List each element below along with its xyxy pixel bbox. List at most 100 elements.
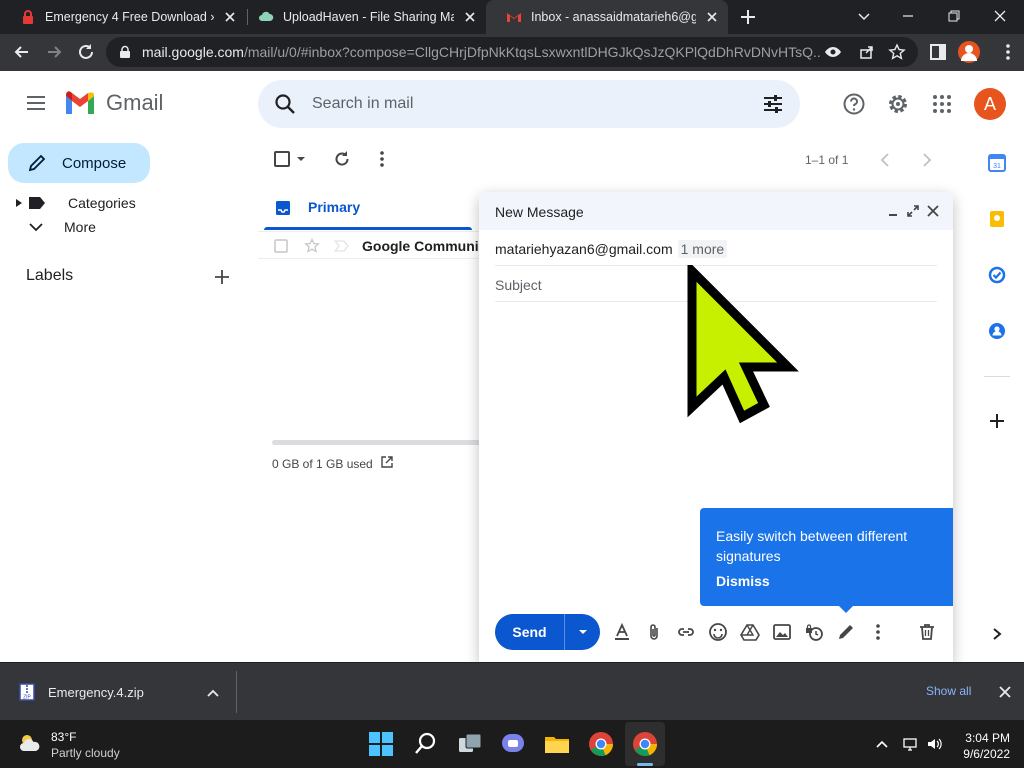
close-tab-icon[interactable] (222, 9, 238, 25)
expand-side-panel-icon[interactable] (990, 627, 1004, 641)
label-icon (29, 197, 45, 209)
address-bar[interactable]: mail.google.com/mail/u/0/#inbox?compose=… (106, 37, 918, 67)
task-view-icon[interactable] (456, 730, 484, 758)
close-compose-icon[interactable] (926, 204, 940, 218)
share-icon[interactable] (858, 43, 876, 61)
search-options-icon[interactable] (762, 93, 784, 115)
windows-start-icon[interactable] (367, 730, 395, 758)
lock-icon[interactable] (118, 45, 132, 59)
browser-tab-inbox[interactable]: Inbox - anassaidmatarieh6@gmai (486, 0, 728, 34)
zip-file-icon: ZIP (19, 683, 35, 701)
network-icon[interactable] (902, 736, 918, 752)
send-button[interactable]: Send (495, 614, 565, 650)
more-compose-options-icon[interactable] (868, 622, 888, 642)
show-hidden-icons-chevron-icon[interactable] (874, 736, 890, 752)
insert-photo-icon[interactable] (772, 622, 792, 642)
show-all-downloads-link[interactable]: Show all (926, 684, 971, 698)
keep-icon[interactable] (988, 210, 1006, 228)
reload-icon[interactable] (76, 42, 96, 62)
file-explorer-icon[interactable] (543, 730, 571, 758)
search-icon[interactable] (274, 93, 296, 115)
tab-search-chevron-icon[interactable] (854, 6, 874, 26)
volume-icon[interactable] (926, 736, 942, 752)
send-options-button[interactable] (565, 614, 600, 650)
row-checkbox[interactable] (274, 239, 288, 253)
fullscreen-compose-icon[interactable] (906, 204, 920, 218)
confidential-mode-icon[interactable] (804, 622, 824, 642)
chevron-left-icon[interactable] (876, 150, 896, 170)
chevron-right-icon[interactable] (916, 150, 936, 170)
calendar-icon[interactable]: 31 (988, 154, 1006, 172)
account-avatar[interactable]: A (974, 88, 1006, 120)
teams-chat-icon[interactable] (499, 730, 527, 758)
chrome-active-icon[interactable] (631, 730, 659, 758)
inbox-icon (276, 201, 290, 215)
main-menu-icon[interactable] (26, 94, 46, 112)
forward-icon[interactable] (44, 42, 64, 62)
discard-draft-icon[interactable] (917, 622, 937, 642)
system-clock[interactable]: 3:04 PM 9/6/2022 (960, 730, 1010, 762)
apps-grid-icon[interactable] (930, 92, 954, 116)
active-app-indicator (637, 763, 653, 766)
contacts-icon[interactable] (988, 322, 1006, 340)
caret-right-icon[interactable] (14, 198, 24, 208)
add-label-icon[interactable] (212, 267, 232, 287)
browser-profile-avatar[interactable] (958, 41, 980, 63)
browser-tab-emergency[interactable]: Emergency 4 Free Download » St (0, 0, 246, 34)
storage-usage-bar (272, 440, 482, 445)
importance-marker-icon[interactable] (334, 239, 350, 253)
select-dropdown-icon[interactable] (294, 149, 308, 169)
tip-arrow (838, 605, 854, 613)
help-icon[interactable] (842, 92, 866, 116)
recipients-field[interactable]: matariehyazan6@gmail.com 1 more (495, 232, 937, 266)
close-tab-icon[interactable] (704, 9, 720, 25)
search-input[interactable] (312, 80, 732, 128)
google-drive-icon[interactable] (740, 622, 760, 642)
tasks-icon[interactable] (988, 266, 1006, 284)
table-row[interactable]: Google Communi (258, 231, 480, 259)
weather-temperature[interactable]: 83°F (51, 730, 76, 744)
nav-item-more[interactable]: More (0, 215, 96, 239)
nav-item-categories[interactable]: Categories (0, 191, 136, 215)
insert-signature-icon[interactable] (836, 622, 856, 642)
chrome-menu-icon[interactable] (998, 42, 1018, 62)
browser-tab-uploadhaven[interactable]: UploadHaven - File Sharing Made (238, 0, 486, 34)
formatting-options-icon[interactable] (612, 622, 632, 642)
new-tab-icon[interactable] (738, 7, 758, 27)
open-external-icon[interactable] (380, 455, 394, 469)
close-window-icon[interactable] (990, 6, 1010, 26)
select-all-checkbox[interactable] (272, 149, 292, 169)
back-icon[interactable] (12, 42, 32, 62)
compose-header[interactable]: New Message (479, 192, 953, 230)
close-download-bar-icon[interactable] (998, 685, 1012, 699)
tab-title: UploadHaven - File Sharing Made (283, 10, 454, 24)
insert-link-icon[interactable] (676, 622, 696, 642)
chevron-up-icon[interactable] (205, 685, 221, 701)
taskbar-search-icon[interactable] (412, 730, 440, 758)
get-addons-icon[interactable] (988, 412, 1006, 430)
caret-down-icon (578, 630, 587, 634)
restore-icon[interactable] (944, 6, 964, 26)
chrome-icon[interactable] (587, 730, 615, 758)
gmail-logo-icon[interactable] (64, 90, 96, 116)
more-recipients-chip[interactable]: 1 more (677, 239, 728, 258)
tab-primary[interactable]: Primary (264, 186, 472, 230)
minimize-icon[interactable] (898, 6, 918, 26)
weather-partly-cloudy-icon[interactable] (18, 732, 42, 754)
download-item[interactable]: ZIP Emergency.4.zip (18, 683, 144, 701)
side-panel-icon[interactable] (928, 42, 948, 62)
attach-file-icon[interactable] (644, 622, 664, 642)
bookmark-star-icon[interactable] (888, 43, 906, 61)
dismiss-button[interactable]: Dismiss (716, 573, 770, 589)
star-icon[interactable] (304, 238, 320, 254)
close-tab-icon[interactable] (462, 9, 478, 25)
settings-gear-icon[interactable] (886, 92, 910, 116)
refresh-icon[interactable] (332, 149, 352, 169)
weather-condition[interactable]: Partly cloudy (51, 746, 120, 760)
emoji-icon[interactable] (708, 622, 728, 642)
minimize-compose-icon[interactable] (886, 204, 900, 218)
compose-button[interactable]: Compose (8, 143, 150, 183)
more-options-icon[interactable] (372, 149, 392, 169)
eye-icon[interactable] (824, 43, 842, 61)
gmail-wordmark[interactable]: Gmail (106, 90, 163, 116)
